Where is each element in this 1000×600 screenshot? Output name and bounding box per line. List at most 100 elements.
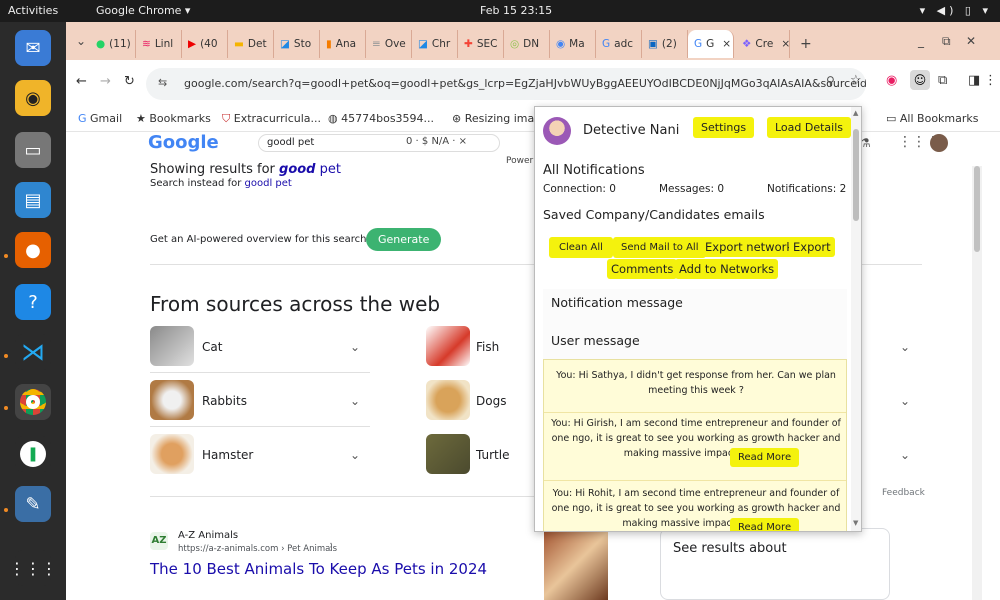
notification-message-heading[interactable]: Notification message [551, 295, 683, 310]
chrome-icon[interactable] [15, 384, 51, 420]
close-tab-icon[interactable]: × [722, 38, 731, 50]
feedback-link[interactable]: Feedback [882, 488, 925, 498]
tab-ove[interactable]: ≡ Ove [366, 30, 412, 58]
firefox-icon[interactable]: ● [15, 232, 51, 268]
bookmark-gmail[interactable]: G Gmail [78, 112, 122, 125]
bookmark-bookmarks[interactable]: ★ Bookmarks [136, 112, 211, 125]
clean-all-button[interactable]: Clean All [549, 237, 613, 258]
chevron-down-icon[interactable]: ⌄ [350, 394, 360, 408]
tab-linkedin[interactable]: ≋ Linl [136, 30, 182, 58]
bookmark-45774[interactable]: ◍ 45774bos3594... [328, 112, 434, 125]
tab-google-active[interactable]: G G × [688, 30, 734, 58]
popup-scrollbar[interactable]: ▲ ▼ [851, 107, 861, 531]
chevron-down-icon[interactable]: ⌄ [900, 448, 910, 462]
app-menu[interactable]: Google Chrome ▾ [96, 4, 190, 17]
result-thumbnail [544, 528, 608, 600]
tab-chr[interactable]: ◪ Chr [412, 30, 458, 58]
desktop: Activities Google Chrome ▾ Feb 15 23:15 … [0, 0, 1000, 600]
page-scrollbar[interactable] [972, 166, 982, 600]
avatar[interactable] [930, 134, 948, 152]
tab-ma[interactable]: ◉ Ma [550, 30, 596, 58]
tab-dn[interactable]: ◎ DN [504, 30, 550, 58]
files-icon[interactable]: ▭ [15, 132, 51, 168]
location-icon[interactable]: ⚲ [826, 74, 835, 88]
card-cat[interactable] [150, 322, 370, 370]
chevron-down-icon[interactable]: ⌄ [350, 340, 360, 354]
export-comments-button-part1[interactable]: Export [789, 237, 835, 257]
add-to-networks-button[interactable]: Add to Networks [675, 259, 779, 279]
bookmark-star-icon[interactable]: ☆ [850, 73, 862, 88]
extensions-puzzle-icon[interactable]: ⧉ [938, 73, 947, 88]
page-scroll-thumb[interactable] [974, 166, 980, 252]
maximize-icon[interactable]: ⧉ [942, 34, 951, 49]
site-info-icon[interactable]: ⇆ [158, 76, 167, 89]
reload-icon[interactable]: ↻ [124, 74, 135, 89]
send-mail-to-all-button[interactable]: Send Mail to All [613, 237, 707, 258]
card-hamster[interactable] [150, 430, 370, 478]
chevron-down-icon[interactable]: ⌄ [900, 394, 910, 408]
tab-linkedin-2[interactable]: ▣ (2) [642, 30, 688, 58]
card-rabbits[interactable] [150, 376, 370, 424]
result-url[interactable]: https://a-z-animals.com › Pet Animals [178, 544, 337, 554]
minimize-icon[interactable]: _ [918, 34, 924, 48]
saved-emails-heading: Saved Company/Candidates emails [543, 207, 765, 222]
close-window-icon[interactable]: ✕ [966, 34, 976, 48]
new-tab-button[interactable]: + [800, 36, 812, 52]
address-bar[interactable]: ⇆ google.com/search?q=goodl+pet&oq=goodl… [146, 68, 866, 100]
chevron-down-icon[interactable]: ⌄ [900, 340, 910, 354]
help-icon[interactable]: ? [15, 284, 51, 320]
extension-icon-1[interactable]: ◉ [886, 73, 897, 88]
tab-det[interactable]: ▬ Det [228, 30, 274, 58]
dn-icon: ◎ [510, 38, 520, 50]
all-bookmarks[interactable]: ▭ All Bookmarks [886, 112, 979, 125]
close-tab-icon-2[interactable]: × [781, 38, 789, 50]
bookmark-icon-4: ◍ [328, 112, 338, 125]
settings-button[interactable]: Settings [693, 117, 755, 138]
tab-youtube[interactable]: ▶ (40 [182, 30, 228, 58]
tab-adc[interactable]: Gadc [596, 30, 642, 58]
original-query-link[interactable]: goodl pet [245, 178, 292, 189]
writer-icon[interactable]: ▤ [15, 182, 51, 218]
doc-icon-2: ◪ [418, 38, 428, 50]
tab-cre[interactable]: ❖ Cre × [736, 30, 790, 58]
read-more-button[interactable]: Read More [730, 518, 800, 531]
bookmark-extracurricular[interactable]: ⛉ Extracurricula... [222, 112, 321, 126]
result-menu-icon[interactable]: ⋮ [326, 542, 336, 553]
generate-button[interactable]: Generate [366, 228, 442, 251]
user-message-heading[interactable]: User message [551, 333, 640, 348]
export-network-button[interactable]: Export network [701, 237, 798, 257]
rhythmbox-icon[interactable]: ◉ [15, 80, 51, 116]
side-panel-icon[interactable]: ◨ [968, 73, 980, 88]
forward-icon[interactable]: → [100, 74, 111, 89]
result-site-name[interactable]: A-Z Animals [178, 530, 238, 541]
scroll-up-icon[interactable]: ▲ [853, 109, 858, 117]
system-indicators[interactable]: ▾ ◀) ▯ ▾ [920, 4, 992, 17]
scroll-down-icon[interactable]: ▼ [853, 519, 858, 527]
see-results-about-card[interactable]: See results about [660, 528, 890, 600]
fish-thumbnail [426, 326, 470, 366]
mongodb-icon[interactable]: ❚ [15, 436, 51, 472]
read-more-button[interactable]: Read More [730, 448, 800, 467]
tab-whatsapp[interactable]: ● (11) [90, 30, 136, 58]
clock[interactable]: Feb 15 23:15 [480, 4, 552, 17]
export-comments-button-part2[interactable]: Comments [607, 259, 678, 279]
user-messages-list[interactable]: You: Hi Sathya, I didn't get response fr… [543, 359, 847, 531]
chevron-down-icon[interactable]: ⌄ [350, 448, 360, 462]
activities-button[interactable]: Activities [8, 4, 58, 17]
tab-sto[interactable]: ◪ Sto [274, 30, 320, 58]
result-title-link[interactable]: The 10 Best Animals To Keep As Pets in 2… [150, 560, 487, 578]
editor-icon[interactable]: ✎ [15, 486, 51, 522]
google-logo[interactable]: Google [148, 132, 219, 153]
tab-ana[interactable]: ▮ Ana [320, 30, 366, 58]
corrected-query-link[interactable]: good [279, 162, 315, 177]
vscode-icon[interactable]: ⋊ [15, 334, 51, 370]
load-details-button[interactable]: Load Details [767, 117, 852, 138]
tab-sec[interactable]: ✚ SEC [458, 30, 504, 58]
tab-search-icon[interactable]: ⌄ [76, 34, 86, 48]
apps-grid-icon[interactable]: ⋮⋮⋮ [9, 550, 57, 586]
menu-kebab-icon[interactable]: ⋮ [984, 73, 997, 88]
popup-scroll-thumb[interactable] [853, 129, 859, 221]
back-icon[interactable]: ← [76, 74, 87, 89]
extension-detective-icon[interactable]: ☺ [910, 70, 930, 90]
thunderbird-icon[interactable]: ✉ [15, 30, 51, 66]
